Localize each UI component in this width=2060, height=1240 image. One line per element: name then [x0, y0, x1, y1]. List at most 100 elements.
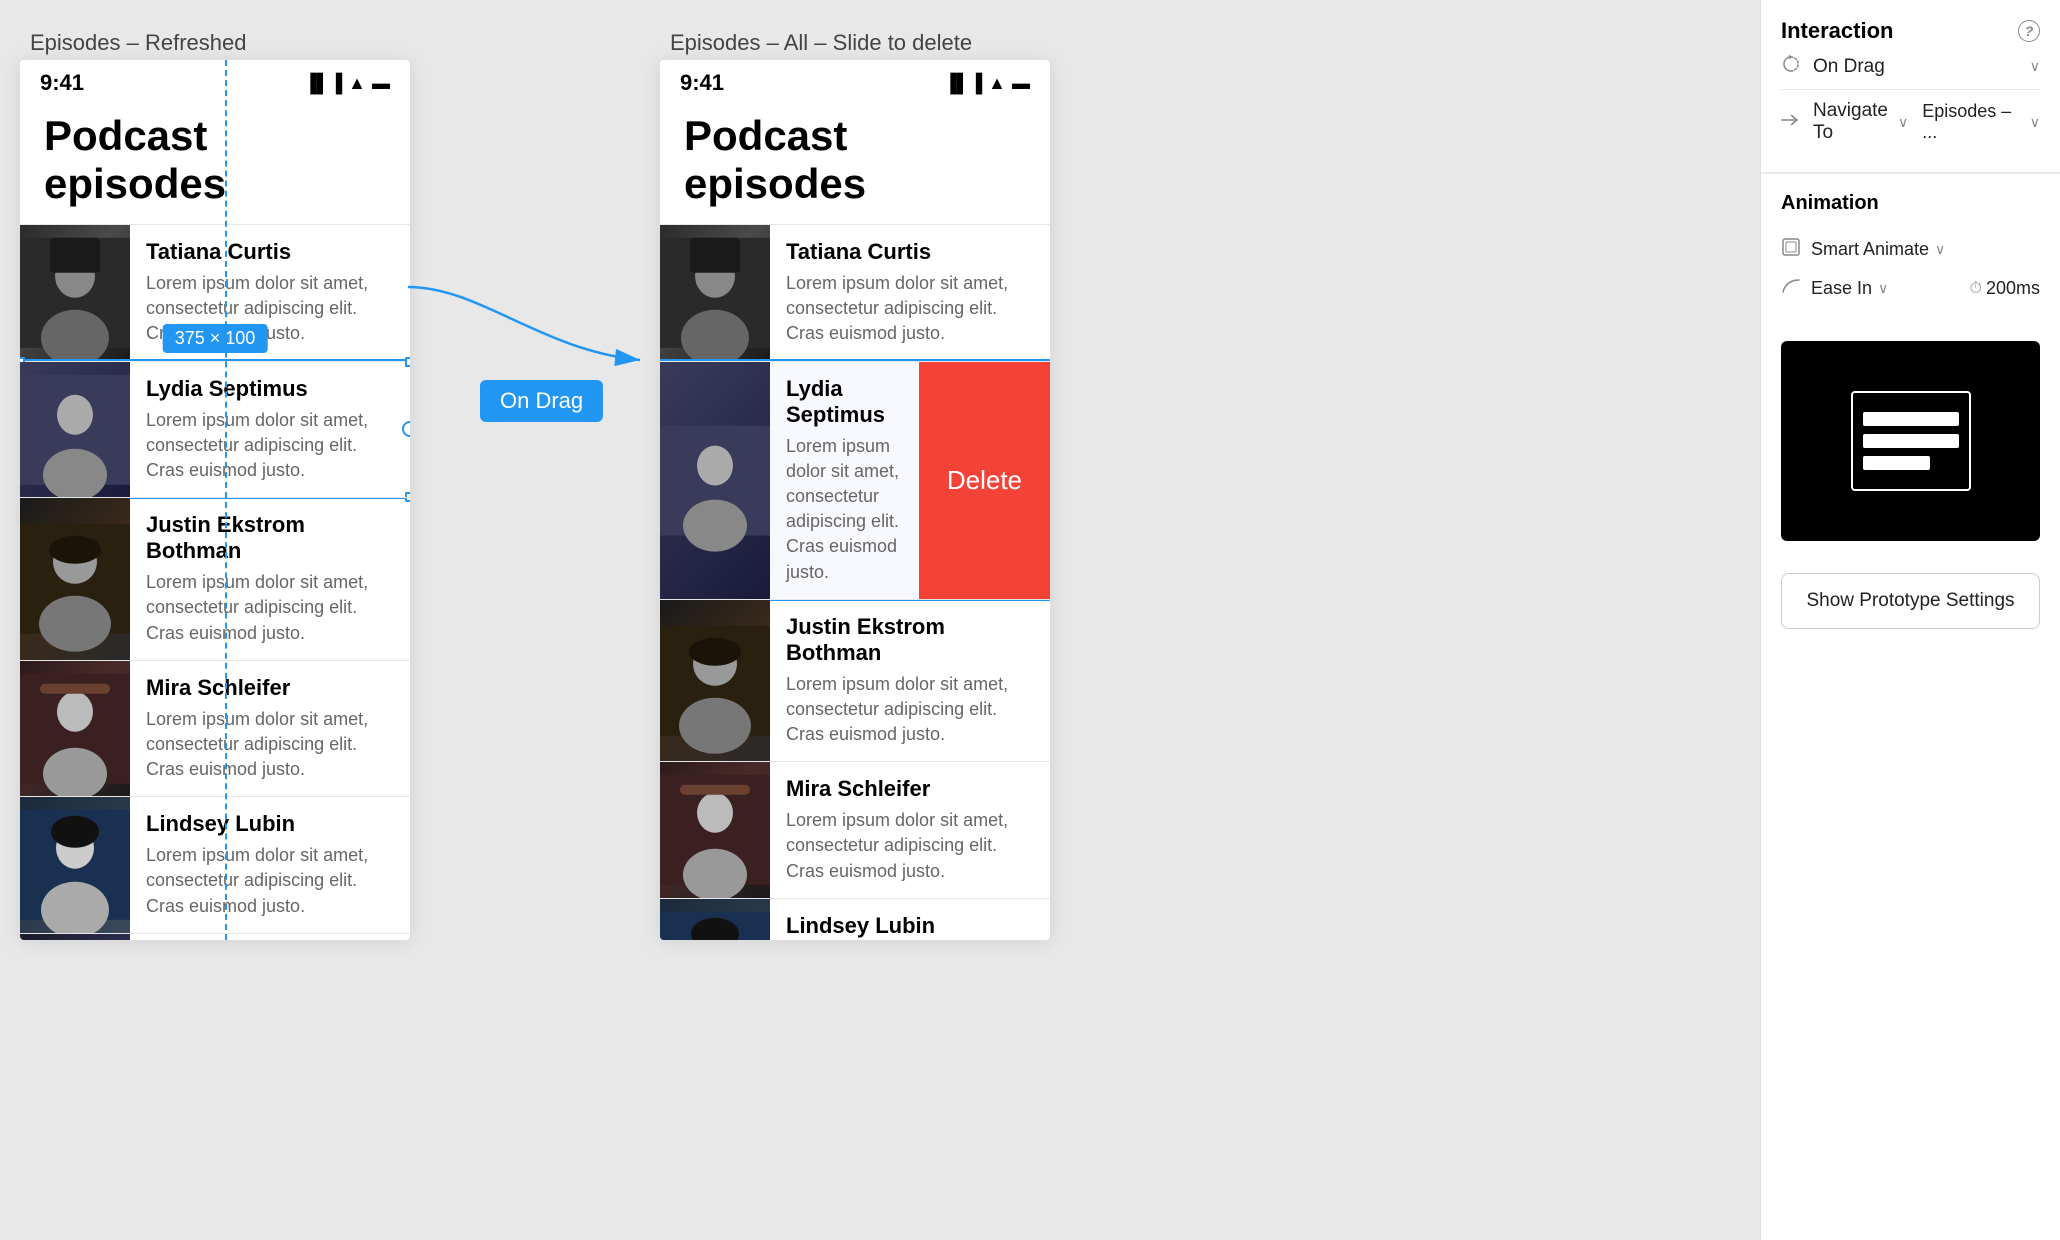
navigate-label[interactable]: Navigate To [1813, 100, 1888, 144]
episode-name-4: Mira Schleifer [146, 675, 394, 701]
navigate-value[interactable]: Episodes – ... [1922, 101, 2020, 143]
episode-name-1: Tatiana Curtis [146, 239, 394, 265]
preview-line-3 [1863, 456, 1930, 470]
episode-desc-f2-1: Lorem ipsum dolor sit amet, consectetur … [786, 271, 1034, 347]
episode-name-2: Lydia Septimus [146, 376, 394, 402]
trigger-label[interactable]: On Drag [1813, 56, 2020, 78]
animation-preview [1781, 341, 2040, 541]
interaction-title: Interaction ? [1781, 18, 2040, 44]
thumb-mira-2 [660, 762, 770, 898]
episode-item-5[interactable]: Lindsey Lubin Lorem ipsum dolor sit amet… [20, 796, 410, 933]
episode-desc-f2-2: Lorem ipsum dolor sit amet, consectetur … [786, 434, 903, 585]
ease-in-row: Ease In ∨ ⏱ 200ms [1781, 270, 2040, 307]
episode-name-f2-3: Justin Ekstrom Bothman [786, 614, 1034, 666]
handle-tr[interactable] [405, 357, 410, 367]
help-icon[interactable]: ? [2018, 20, 2040, 42]
preview-frame [1851, 391, 1971, 491]
navigate-row: Navigate To ∨ Episodes – ... ∨ [1781, 90, 2040, 154]
smart-animate-row: Smart Animate ∨ [1781, 229, 2040, 270]
duration-value: ⏱ 200ms [1969, 278, 2040, 299]
wifi-icon-2: ▲ [988, 73, 1006, 94]
thumb-tatiana-2 [660, 225, 770, 361]
episode-desc-f2-4: Lorem ipsum dolor sit amet, consectetur … [786, 808, 1034, 884]
preview-line-2 [1863, 434, 1959, 448]
trigger-icon [1781, 54, 1805, 79]
timer-icon: ⏱ [1969, 280, 1981, 298]
canvas: Episodes – Refreshed 9:41 ▐▌▐ ▲ ▬ Podcas… [0, 0, 1760, 1240]
episode-item-f2-4[interactable]: Mira Schleifer Lorem ipsum dolor sit ame… [660, 761, 1050, 898]
episode-desc-3: Lorem ipsum dolor sit amet, consectetur … [146, 570, 394, 646]
episode-item-f2-2[interactable]: Lydia Septimus Lorem ipsum dolor sit ame… [660, 361, 1050, 599]
navigate-icon [1781, 112, 1805, 133]
episode-item-f2-3[interactable]: Justin Ekstrom Bothman Lorem ipsum dolor… [660, 599, 1050, 762]
frame1-phone: 9:41 ▐▌▐ ▲ ▬ Podcast episodes [20, 60, 410, 940]
episode-name-f2-4: Mira Schleifer [786, 776, 1034, 802]
battery-icon: ▬ [372, 73, 390, 94]
episode-item-f2-5[interactable]: Lindsey Lubin Lorem ipsum dolor sit amet… [660, 898, 1050, 940]
episode-item-2[interactable]: 375 × 100 Lydia Septimus Lorem ipsum dol… [20, 361, 410, 498]
signal-icon-2: ▐▌▐ [944, 73, 982, 94]
episode-name-3: Justin Ekstrom Bothman [146, 512, 394, 564]
status-time-1: 9:41 [40, 70, 84, 96]
episode-content-4: Mira Schleifer Lorem ipsum dolor sit ame… [130, 661, 410, 797]
dashed-guideline [225, 60, 227, 940]
episode-name-f2-1: Tatiana Curtis [786, 239, 1034, 265]
trigger-chevron: ∨ [2030, 58, 2040, 75]
delete-button[interactable]: Delete [919, 362, 1050, 599]
podcast-title-1: Podcast episodes [20, 102, 410, 224]
podcast-title-2: Podcast episodes [660, 102, 1050, 224]
episode-desc-5: Lorem ipsum dolor sit amet, consectetur … [146, 843, 394, 919]
wifi-icon: ▲ [348, 73, 366, 94]
episode-content-f2-3: Justin Ekstrom Bothman Lorem ipsum dolor… [770, 600, 1050, 762]
frame2-label: Episodes – All – Slide to delete [670, 30, 972, 56]
ease-in-label[interactable]: Ease In ∨ [1811, 278, 1961, 299]
interaction-label: Interaction [1781, 18, 1893, 44]
episode-name-f2-2: Lydia Septimus [786, 376, 903, 428]
thumb-lindsey-2 [660, 899, 770, 940]
episode-content-f2-2: Lydia Septimus Lorem ipsum dolor sit ame… [770, 362, 919, 599]
right-panel: Interaction ? On Drag ∨ [1760, 0, 2060, 1240]
thumb-lydia-2 [660, 362, 770, 599]
status-bar-2: 9:41 ▐▌▐ ▲ ▬ [660, 60, 1050, 102]
episode-item-f2-1[interactable]: Tatiana Curtis Lorem ipsum dolor sit ame… [660, 224, 1050, 361]
episode-list-2: Tatiana Curtis Lorem ipsum dolor sit ame… [660, 224, 1050, 940]
episode-content-3: Justin Ekstrom Bothman Lorem ipsum dolor… [130, 498, 410, 660]
interaction-section: Interaction ? On Drag ∨ [1761, 0, 2060, 173]
smart-animate-label[interactable]: Smart Animate ∨ [1811, 239, 2040, 260]
frame1-label: Episodes – Refreshed [30, 30, 246, 56]
episode-list-1: Tatiana Curtis Lorem ipsum dolor sit ame… [20, 224, 410, 940]
thumb-lindsey [20, 797, 130, 933]
battery-icon-2: ▬ [1012, 73, 1030, 94]
episode-item-3[interactable]: Justin Ekstrom Bothman Lorem ipsum dolor… [20, 497, 410, 660]
episode-desc-f2-3: Lorem ipsum dolor sit amet, consectetur … [786, 672, 1034, 748]
thumb-tatiana [20, 225, 130, 361]
episode-content-f2-5: Lindsey Lubin Lorem ipsum dolor sit amet… [770, 899, 1050, 940]
episode-item-6[interactable]: Marilyn Herwitz Lorem ipsum dolor sit am… [20, 933, 410, 940]
trigger-row: On Drag ∨ [1781, 44, 2040, 89]
status-icons-2: ▐▌▐ ▲ ▬ [944, 73, 1030, 94]
thumb-marilyn [20, 934, 130, 940]
episode-content-5: Lindsey Lubin Lorem ipsum dolor sit amet… [130, 797, 410, 933]
episode-name-f2-5: Lindsey Lubin [786, 913, 1034, 939]
status-bar-1: 9:41 ▐▌▐ ▲ ▬ [20, 60, 410, 102]
episode-item-4[interactable]: Mira Schleifer Lorem ipsum dolor sit ame… [20, 660, 410, 797]
episode-content-f2-4: Mira Schleifer Lorem ipsum dolor sit ame… [770, 762, 1050, 898]
episode-content-f2-1: Tatiana Curtis Lorem ipsum dolor sit ame… [770, 225, 1050, 361]
signal-icon: ▐▌▐ [304, 73, 342, 94]
thumb-justin-2 [660, 600, 770, 762]
status-time-2: 9:41 [680, 70, 724, 96]
show-prototype-button[interactable]: Show Prototype Settings [1781, 573, 2040, 629]
ease-in-icon [1781, 278, 1803, 299]
thumb-justin [20, 498, 130, 660]
episode-content-2: Lydia Septimus Lorem ipsum dolor sit ame… [130, 362, 410, 498]
ease-in-chevron: ∨ [1878, 280, 1888, 297]
frame2-phone: 9:41 ▐▌▐ ▲ ▬ Podcast episodes [660, 60, 1050, 940]
navigate-value-chevron: ∨ [2030, 114, 2040, 131]
episode-desc-2: Lorem ipsum dolor sit amet, consectetur … [146, 408, 394, 484]
smart-animate-icon [1781, 237, 1803, 262]
thumb-lydia [20, 362, 130, 498]
smart-animate-chevron: ∨ [1935, 241, 1945, 258]
status-icons-1: ▐▌▐ ▲ ▬ [304, 73, 390, 94]
thumb-mira [20, 661, 130, 797]
on-drag-badge: On Drag [480, 380, 603, 422]
